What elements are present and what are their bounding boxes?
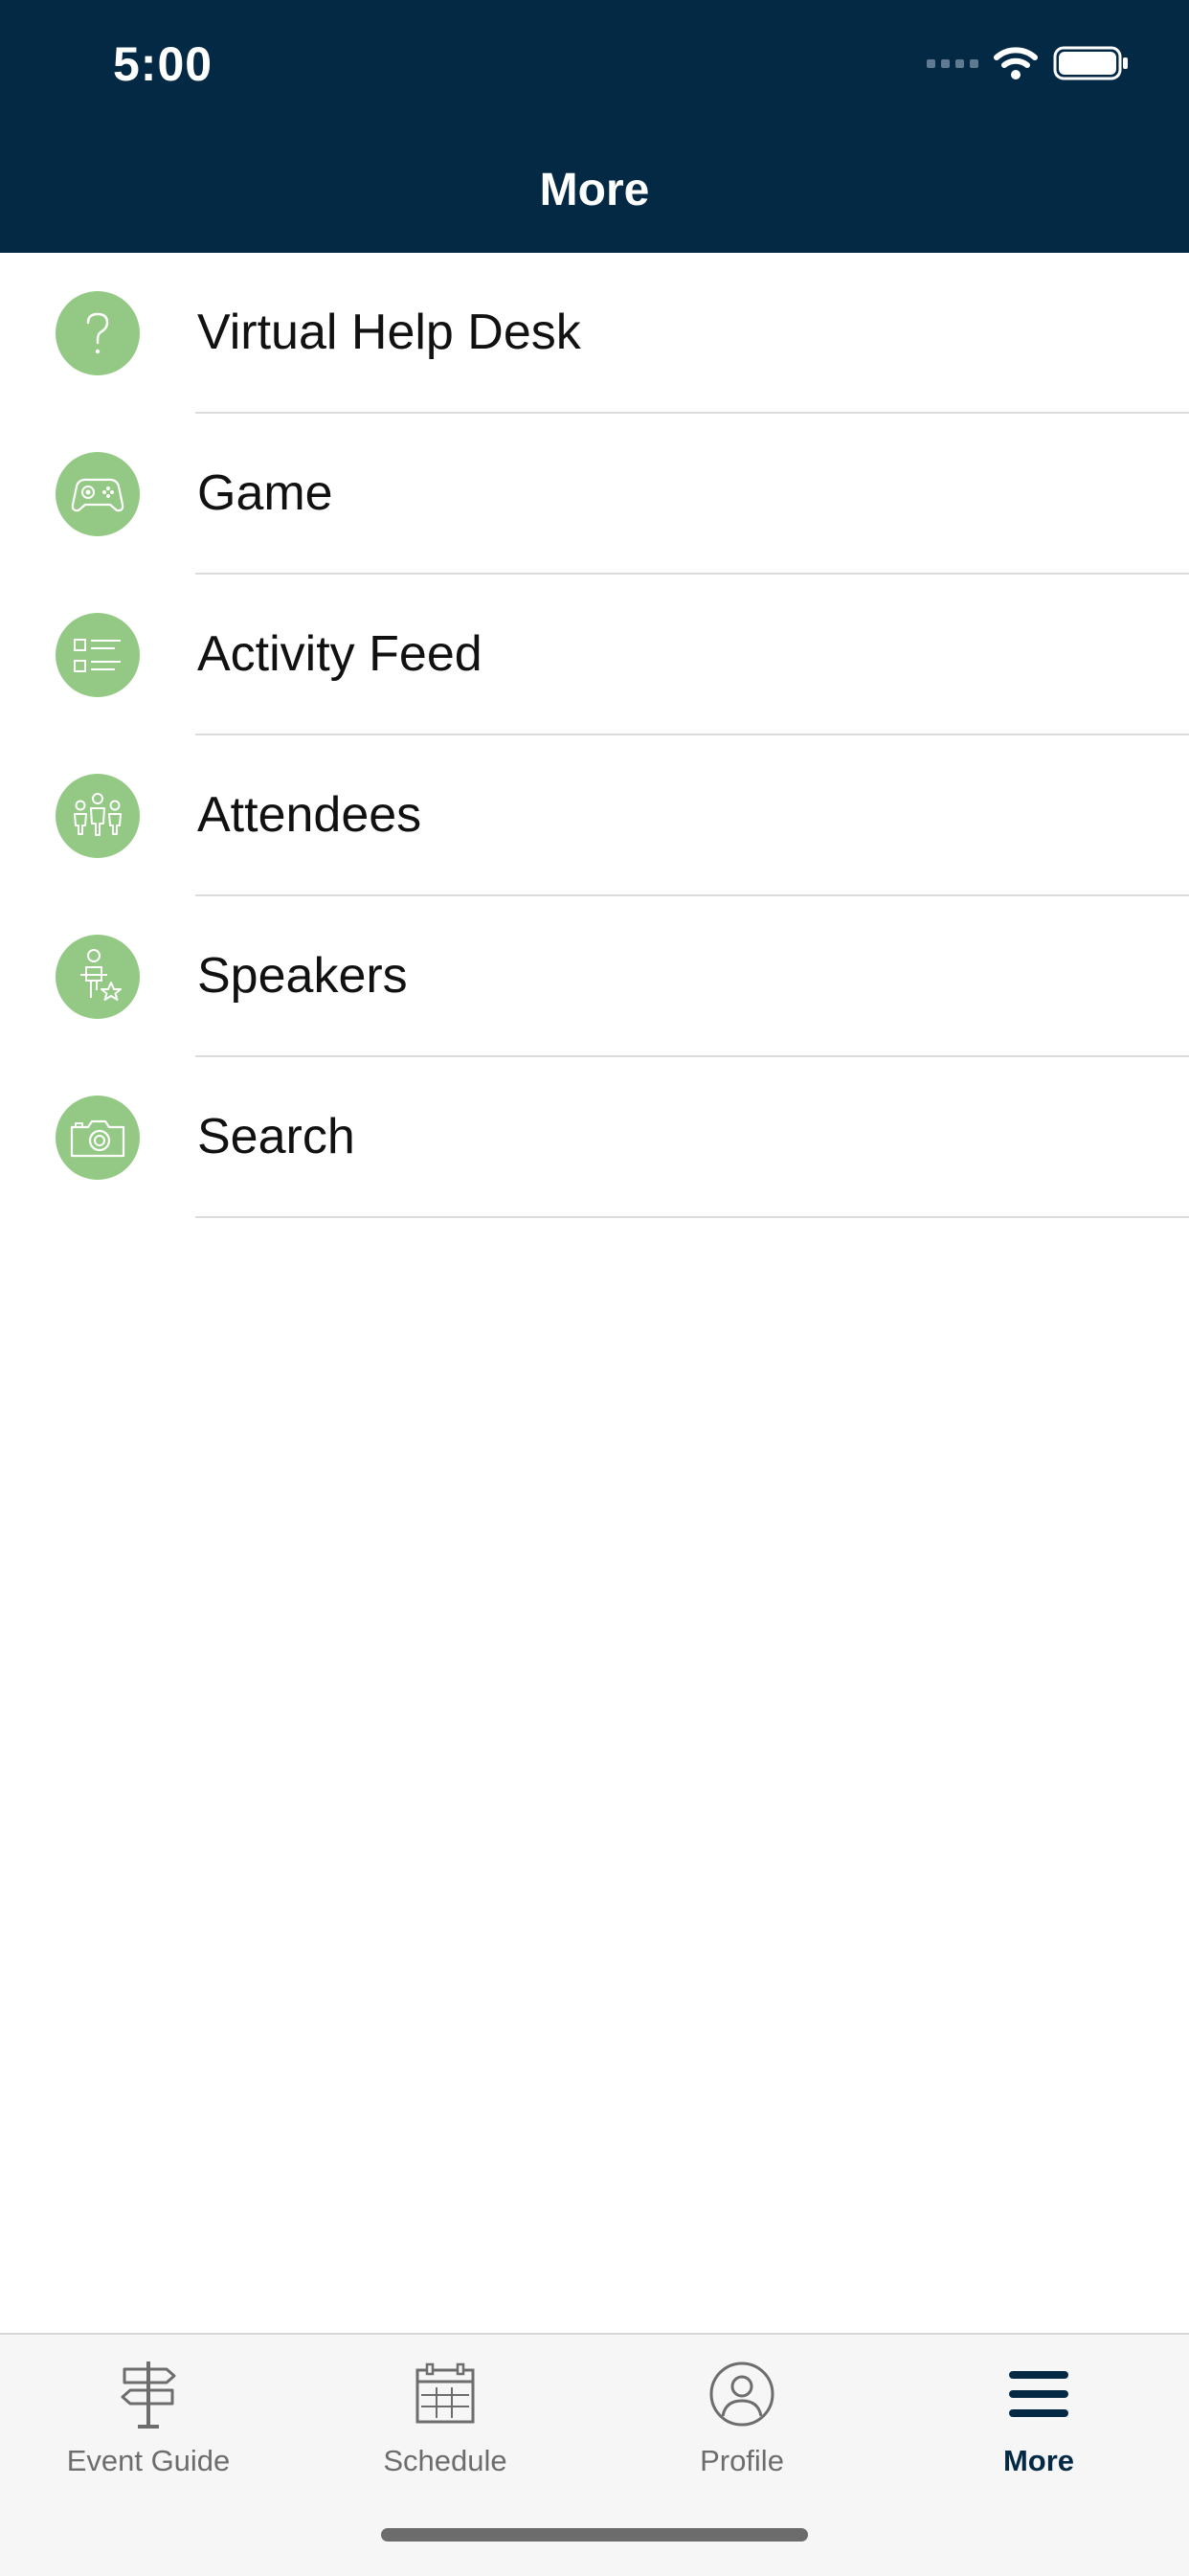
- menu-item-virtual-help-desk[interactable]: Virtual Help Desk: [0, 253, 1189, 414]
- menu-item-game[interactable]: Game: [0, 414, 1189, 575]
- status-time: 5:00: [113, 37, 213, 91]
- cellular-signal-icon: [927, 58, 978, 68]
- tab-label: More: [1002, 2444, 1075, 2477]
- page-title: More: [539, 165, 650, 215]
- profile-icon: [709, 2361, 774, 2427]
- menu-item-label: Speakers: [197, 948, 408, 1004]
- row-divider: [195, 1216, 1189, 1218]
- menu-item-activity-feed[interactable]: Activity Feed: [0, 575, 1189, 735]
- tab-more[interactable]: More: [890, 2358, 1187, 2478]
- tab-label: Event Guide: [66, 2444, 231, 2477]
- menu-item-speakers[interactable]: Speakers: [0, 896, 1189, 1057]
- nav-bar: More: [0, 134, 1189, 253]
- calendar-icon: [415, 2362, 475, 2424]
- camera-icon: [56, 1096, 140, 1180]
- more-menu-list: Virtual Help Desk Game Activity Feed Att…: [0, 253, 1189, 1218]
- menu-item-label: Game: [197, 465, 333, 521]
- menu-item-label: Virtual Help Desk: [197, 305, 581, 360]
- gamepad-icon: [56, 452, 140, 536]
- wifi-icon: [994, 47, 1038, 79]
- tab-event-guide[interactable]: Event Guide: [0, 2358, 297, 2478]
- signpost-icon: [121, 2361, 176, 2429]
- menu-item-label: Activity Feed: [197, 626, 482, 682]
- status-bar: 5:00: [0, 0, 1189, 134]
- battery-icon: [1053, 46, 1128, 80]
- list-icon: [56, 613, 140, 697]
- hamburger-menu-icon: [1009, 2371, 1068, 2417]
- menu-item-search[interactable]: Search: [0, 1057, 1189, 1218]
- home-indicator[interactable]: [381, 2528, 808, 2542]
- question-icon: [56, 291, 140, 375]
- menu-item-attendees[interactable]: Attendees: [0, 735, 1189, 896]
- menu-item-label: Search: [197, 1109, 355, 1164]
- tab-profile[interactable]: Profile: [594, 2358, 890, 2478]
- menu-item-label: Attendees: [197, 787, 422, 843]
- speaker-star-icon: [56, 935, 140, 1019]
- tab-label: Profile: [700, 2444, 784, 2477]
- tab-schedule[interactable]: Schedule: [297, 2358, 594, 2478]
- people-icon: [56, 774, 140, 858]
- status-icons: [927, 42, 1130, 84]
- tab-label: Schedule: [383, 2444, 507, 2477]
